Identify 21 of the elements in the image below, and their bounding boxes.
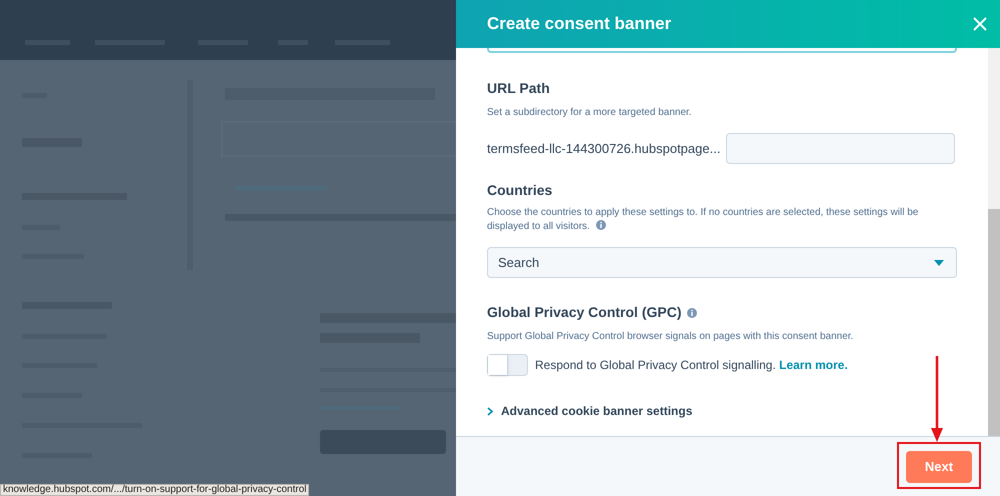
section-description: Support Global Privacy Control browser signals on pages with this consent banner. [487, 330, 854, 344]
section-description: Set a subdirectory for a more targeted banner. [487, 106, 693, 120]
country-select[interactable]: Search [487, 247, 957, 278]
status-bar-url: knowledge.hubspot.com/.../turn-on-support-for-global-privacy-control [0, 484, 310, 496]
toggle-label: Respond to Global Privacy Control signalling. Learn more. [535, 357, 848, 374]
section-title: Global Privacy Control (GPC) [487, 302, 957, 323]
close-icon[interactable] [972, 16, 988, 32]
section-title: URL Path [487, 79, 551, 98]
chevron-icon [487, 406, 493, 416]
scrollbar[interactable] [988, 48, 1000, 436]
toggle-switch[interactable] [487, 354, 528, 376]
section-title: Countries [487, 181, 554, 200]
info-icon[interactable] [687, 308, 698, 318]
info-icon[interactable] [596, 220, 606, 230]
advanced-settings-toggle[interactable]: Advanced cookie banner settings [487, 402, 957, 420]
section-description: Choose the countries to apply these settings to. If no countries are selected, these settings will be displayed to all visitors. [487, 206, 920, 234]
dropdown-caret-icon [934, 260, 944, 266]
url-prefix: termsfeed-llc-144300726.hubspotpage... [487, 140, 720, 158]
learn-more-link[interactable]: Learn more. [779, 358, 848, 372]
panel-title: Create consent banner [487, 13, 672, 36]
path-input[interactable] [726, 133, 956, 164]
